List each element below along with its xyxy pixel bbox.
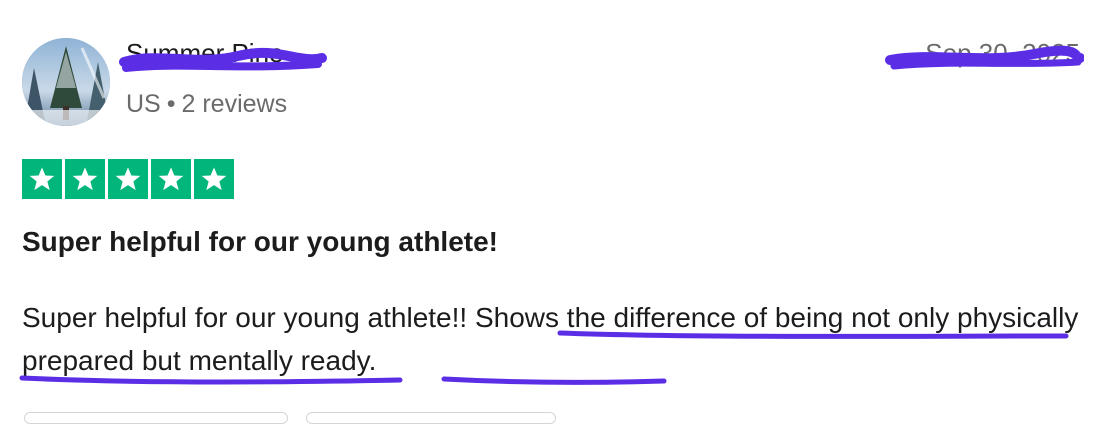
star-icon — [115, 167, 141, 191]
star-rating — [22, 159, 234, 199]
useful-button[interactable] — [24, 412, 288, 424]
reviewer-avatar[interactable] — [22, 38, 110, 126]
star-2 — [65, 159, 105, 199]
review-body: Super helpful for our young athlete!! Sh… — [22, 296, 1082, 382]
star-icon — [158, 167, 184, 191]
review-body-text-1: Super helpful for our young athlete!! — [22, 302, 475, 333]
star-1 — [22, 159, 62, 199]
avatar-photo-icon — [22, 38, 110, 126]
share-button[interactable] — [306, 412, 556, 424]
reviewer-review-count[interactable]: 2 reviews — [182, 90, 288, 118]
review-card: Summer Pine US • 2 reviews Sep 30, 2025 Su… — [0, 0, 1112, 424]
reviewer-name[interactable]: Summer Pine — [126, 38, 284, 69]
reviewer-meta: US • 2 reviews — [126, 90, 287, 119]
review-date: Sep 30, 2025 — [925, 38, 1080, 68]
star-icon — [201, 167, 227, 191]
reviewer-country: US — [126, 90, 161, 118]
review-title[interactable]: Super helpful for our young athlete! — [22, 226, 498, 258]
meta-separator: • — [166, 90, 176, 118]
star-icon — [72, 167, 98, 191]
star-4 — [151, 159, 191, 199]
star-5 — [194, 159, 234, 199]
star-3 — [108, 159, 148, 199]
star-icon — [29, 167, 55, 191]
